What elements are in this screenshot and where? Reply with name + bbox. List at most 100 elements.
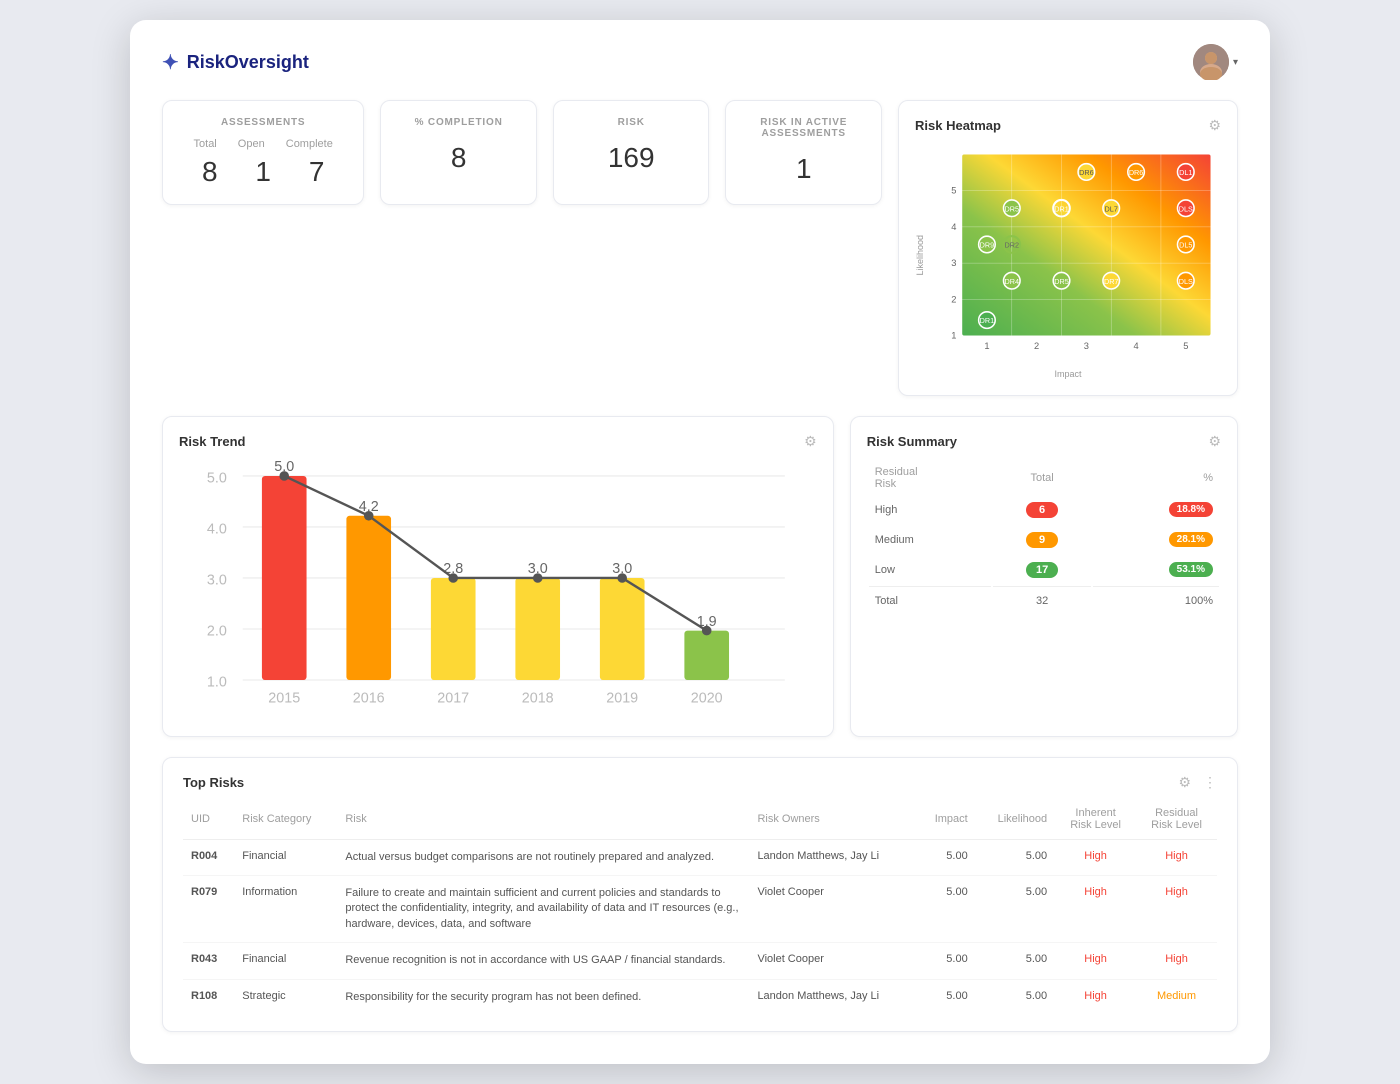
impact-cell: 5.00 [916,943,975,979]
residual-cell: High [1136,943,1217,979]
middle-row: Risk Trend ⚙ 1.0 2.0 3.0 4.0 5.0 5.0 [162,416,1238,737]
svg-text:DR9: DR9 [980,241,995,250]
risk-desc-cell: Failure to create and maintain sufficien… [337,875,749,942]
low-badge: 17 [1026,562,1058,578]
assessments-open: 1 [255,156,271,188]
owners-cell: Violet Cooper [749,943,916,979]
assessments-complete: 7 [309,156,325,188]
svg-text:DR1: DR1 [980,316,995,325]
th-likelihood: Likelihood [976,803,1055,840]
assessments-title: ASSESSMENTS [183,117,343,128]
th-impact: Impact [916,803,975,840]
risk-desc-cell: Responsibility for the security program … [337,979,749,1015]
app-name: RiskOversight [187,52,309,73]
chevron-down-icon: ▾ [1233,57,1238,68]
trend-gear-icon[interactable]: ⚙ [804,433,817,450]
logo: ✦ RiskOversight [162,50,309,75]
svg-text:DR5: DR5 [1005,204,1020,213]
medium-pct: 28.1% [1169,532,1213,547]
svg-text:5.0: 5.0 [207,470,227,486]
risk-active-value: 1 [746,149,861,185]
impact-cell: 5.00 [916,839,975,875]
risk-summary-card: Risk Summary ⚙ ResidualRisk Total % High… [850,416,1238,737]
svg-text:DR6: DR6 [1129,168,1144,177]
risks-more-icon[interactable]: ⋮ [1203,774,1217,791]
svg-text:3.0: 3.0 [207,572,227,588]
svg-text:1: 1 [984,341,989,351]
heatmap-card: Risk Heatmap ⚙ Likelihood [898,100,1238,396]
risks-gear-icon[interactable]: ⚙ [1178,774,1191,791]
risk-desc-cell: Revenue recognition is not in accordance… [337,943,749,979]
table-row: R108 Strategic Responsibility for the se… [183,979,1217,1015]
completion-card: % COMPLETION 8 [380,100,537,205]
svg-text:2017: 2017 [437,690,469,706]
svg-text:DLS: DLS [1179,204,1193,213]
heatmap-svg: 1 2 3 4 5 1 2 3 4 5 DR1 [931,144,1221,362]
top-risks-title: Top Risks [183,775,244,790]
avatar [1193,44,1229,80]
summary-total-row: Total 32 100% [869,586,1219,613]
svg-text:DL5: DL5 [1179,241,1192,250]
svg-text:2020: 2020 [691,690,723,706]
th-uid: UID [183,803,234,840]
completion-value: 8 [401,138,516,174]
svg-text:1.0: 1.0 [207,674,227,690]
header: ✦ RiskOversight ▾ [162,44,1238,80]
svg-text:DL7: DL7 [1105,204,1118,213]
summary-gear-icon[interactable]: ⚙ [1208,433,1221,450]
user-menu[interactable]: ▾ [1193,44,1238,80]
table-row: R079 Information Failure to create and m… [183,875,1217,942]
owners-cell: Violet Cooper [749,875,916,942]
svg-text:5: 5 [951,186,956,196]
table-row: R043 Financial Revenue recognition is no… [183,943,1217,979]
risk-active-title: RISK IN ACTIVE ASSESSMENTS [746,117,861,139]
owners-cell: Landon Matthews, Jay Li [749,839,916,875]
table-row: R004 Financial Actual versus budget comp… [183,839,1217,875]
svg-text:5: 5 [1183,341,1188,351]
high-pct: 18.8% [1169,502,1213,517]
logo-icon: ✦ [162,50,179,75]
summary-row-medium: Medium 9 28.1% [869,526,1219,554]
heatmap-y-label: Likelihood [915,235,925,276]
svg-text:1: 1 [951,331,956,341]
risks-actions: ⚙ ⋮ [1178,774,1217,791]
svg-text:4: 4 [1133,341,1138,351]
uid-cell: R108 [183,979,234,1015]
col-total: Total [993,462,1092,494]
svg-text:DL1: DL1 [1179,168,1192,177]
risk-trend-title: Risk Trend [179,434,245,449]
inherent-cell: High [1055,943,1136,979]
likelihood-cell: 5.00 [976,943,1055,979]
svg-text:2: 2 [951,294,956,304]
uid-cell: R004 [183,839,234,875]
svg-text:2016: 2016 [353,690,385,706]
th-residual: ResidualRisk Level [1136,803,1217,840]
assessments-total: 8 [202,156,218,188]
open-label: Open [238,138,265,150]
heatmap-gear-icon[interactable]: ⚙ [1208,117,1221,134]
medium-badge: 9 [1026,532,1058,548]
svg-text:3: 3 [1084,341,1089,351]
svg-text:2.0: 2.0 [207,623,227,639]
svg-text:DR2: DR2 [1005,241,1020,250]
likelihood-cell: 5.00 [976,875,1055,942]
impact-cell: 5.00 [916,979,975,1015]
svg-text:4: 4 [951,222,956,232]
summary-table: ResidualRisk Total % High 6 18.8% Medium… [867,460,1221,615]
total-label: Total [194,138,217,150]
risk-active-card: RISK IN ACTIVE ASSESSMENTS 1 [725,100,882,205]
category-cell: Financial [234,943,337,979]
residual-cell: High [1136,875,1217,942]
likelihood-cell: 5.00 [976,839,1055,875]
svg-text:DR5: DR5 [1054,277,1069,286]
heatmap-title: Risk Heatmap [915,118,1001,133]
svg-text:4.0: 4.0 [207,521,227,537]
th-inherent: InherentRisk Level [1055,803,1136,840]
high-badge: 6 [1026,502,1058,518]
impact-cell: 5.00 [916,875,975,942]
col-residual: ResidualRisk [869,462,991,494]
category-cell: Information [234,875,337,942]
th-category: Risk Category [234,803,337,840]
svg-text:DR7: DR7 [1104,277,1119,286]
risk-desc-cell: Actual versus budget comparisons are not… [337,839,749,875]
